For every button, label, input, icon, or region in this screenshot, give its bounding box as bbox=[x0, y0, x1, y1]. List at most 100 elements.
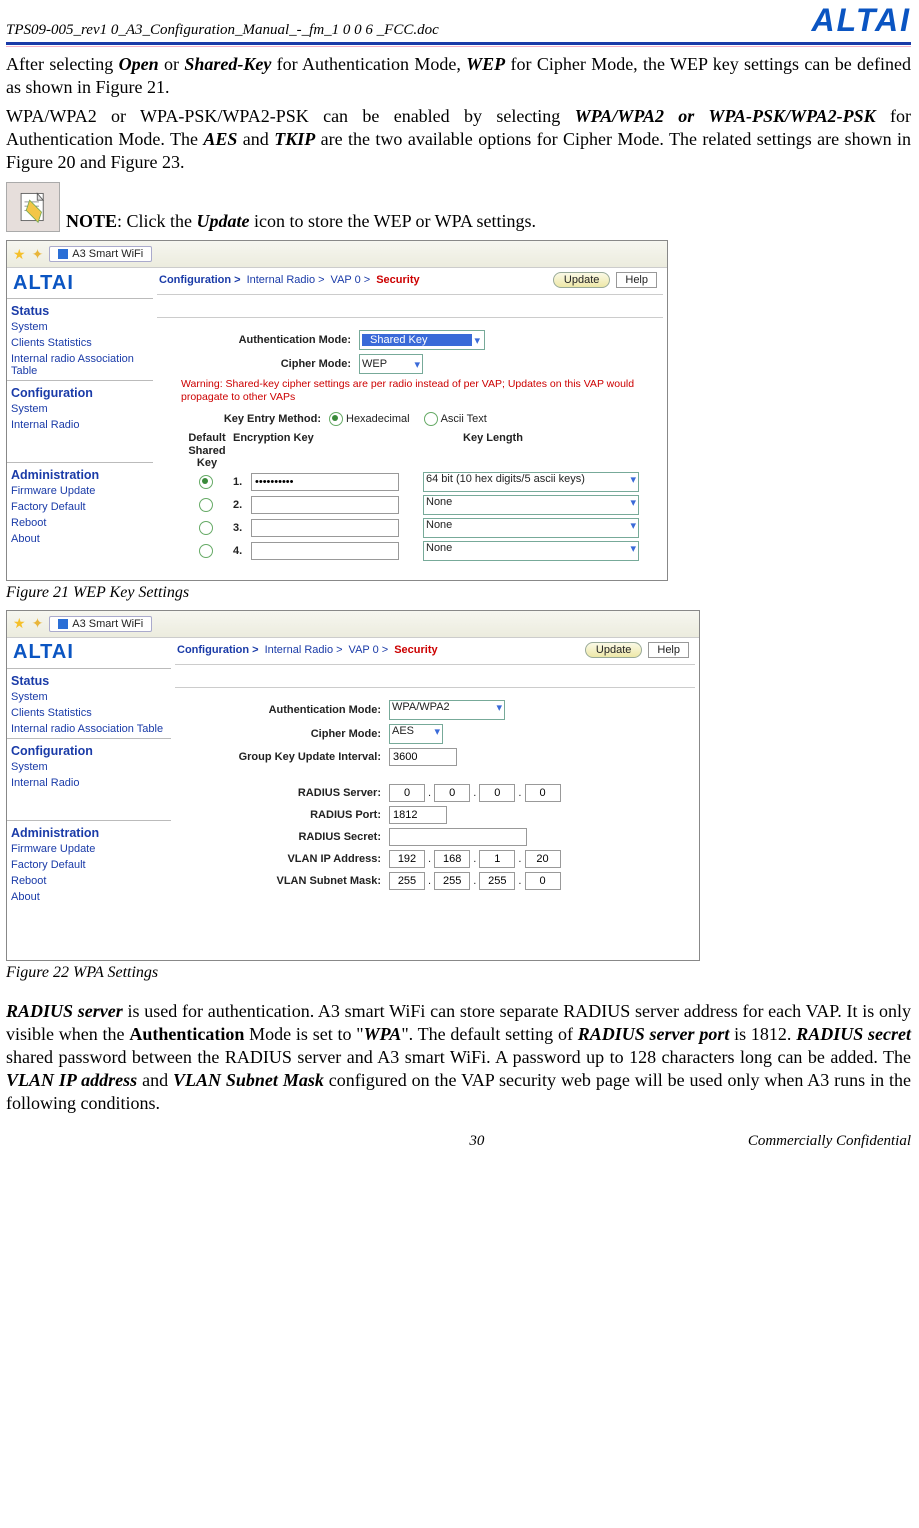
wep-key-row: 4.None▾ bbox=[181, 541, 639, 561]
breadcrumb-config[interactable]: Configuration > bbox=[177, 644, 259, 656]
vlan-mask-1[interactable] bbox=[389, 872, 425, 890]
chevron-down-icon: ▾ bbox=[434, 725, 440, 743]
browser-tab[interactable]: A3 Smart WiFi bbox=[49, 616, 152, 632]
sidebar-admin-title: Administration bbox=[7, 820, 171, 842]
auth-mode-select[interactable]: WPA/WPA2▾ bbox=[389, 700, 505, 720]
screenshot-wep: ★ ✦ A3 Smart WiFi ALTAI Status System Cl… bbox=[6, 240, 668, 581]
radius-ip-2[interactable] bbox=[434, 784, 470, 802]
radius-port-label: RADIUS Port: bbox=[211, 809, 389, 821]
sidebar-item-config-system[interactable]: System bbox=[7, 402, 153, 418]
help-button[interactable]: Help bbox=[648, 642, 689, 658]
key-length-select[interactable]: None▾ bbox=[423, 541, 639, 561]
paragraph-3: RADIUS server is used for authentication… bbox=[6, 1000, 911, 1115]
update-button[interactable]: Update bbox=[553, 272, 610, 288]
sidebar-status-title: Status bbox=[7, 298, 153, 320]
sidebar-config-title: Configuration bbox=[7, 738, 171, 760]
note-label: NOTE bbox=[66, 211, 117, 231]
sidebar-item-internal-radio[interactable]: Internal Radio bbox=[7, 418, 153, 434]
default-key-radio[interactable] bbox=[199, 544, 213, 558]
sidebar-item-firmware[interactable]: Firmware Update bbox=[7, 842, 171, 858]
header-rule bbox=[6, 42, 911, 45]
document-filename: TPS09-005_rev1 0_A3_Configuration_Manual… bbox=[6, 22, 439, 39]
sidebar-item-reboot[interactable]: Reboot bbox=[7, 516, 153, 532]
radius-secret-input[interactable] bbox=[389, 828, 527, 846]
vlan-mask-3[interactable] bbox=[479, 872, 515, 890]
paragraph-2: WPA/WPA2 or WPA-PSK/WPA2-PSK can be enab… bbox=[6, 105, 911, 174]
vlan-ip-3[interactable] bbox=[479, 850, 515, 868]
default-key-radio[interactable] bbox=[199, 498, 213, 512]
chevron-down-icon: ▾ bbox=[630, 473, 636, 491]
auth-mode-select[interactable]: Shared Key▾ bbox=[359, 330, 485, 350]
auth-mode-label: Authentication Mode: bbox=[181, 334, 359, 346]
radius-ip-4[interactable] bbox=[525, 784, 561, 802]
breadcrumb-radio[interactable]: Internal Radio > bbox=[247, 274, 325, 286]
sidebar-item-system[interactable]: System bbox=[7, 690, 171, 706]
breadcrumb-radio[interactable]: Internal Radio > bbox=[265, 644, 343, 656]
vlan-ip-1[interactable] bbox=[389, 850, 425, 868]
sidebar-item-clients[interactable]: Clients Statistics bbox=[7, 336, 153, 352]
radius-port-input[interactable] bbox=[389, 806, 447, 824]
sidebar-item-clients[interactable]: Clients Statistics bbox=[7, 706, 171, 722]
encryption-key-input[interactable] bbox=[251, 473, 399, 491]
update-button[interactable]: Update bbox=[585, 642, 642, 658]
vlan-ip-2[interactable] bbox=[434, 850, 470, 868]
radius-ip-3[interactable] bbox=[479, 784, 515, 802]
gku-label: Group Key Update Interval: bbox=[211, 751, 389, 763]
sidebar-item-config-system[interactable]: System bbox=[7, 760, 171, 776]
sidebar-item-internal-radio[interactable]: Internal Radio bbox=[7, 776, 171, 792]
key-row-number: 3. bbox=[233, 522, 251, 534]
vlan-mask-2[interactable] bbox=[434, 872, 470, 890]
sidebar-item-firmware[interactable]: Firmware Update bbox=[7, 484, 153, 500]
altai-logo: ALTAI bbox=[812, 2, 911, 39]
key-length-select[interactable]: None▾ bbox=[423, 495, 639, 515]
encryption-key-input[interactable] bbox=[251, 519, 399, 537]
sidebar-item-system[interactable]: System bbox=[7, 320, 153, 336]
note-icon bbox=[6, 182, 60, 232]
add-favorite-icon[interactable]: ✦ bbox=[32, 246, 44, 263]
default-key-radio[interactable] bbox=[199, 521, 213, 535]
col-key-length: Key Length bbox=[383, 432, 603, 468]
key-length-select[interactable]: None▾ bbox=[423, 518, 639, 538]
wep-key-row: 1. 64 bit (10 hex digits/5 ascii keys)▾ bbox=[181, 472, 639, 492]
favorite-icon[interactable]: ★ bbox=[13, 246, 26, 263]
breadcrumb-vap[interactable]: VAP 0 > bbox=[349, 644, 389, 656]
breadcrumb-vap[interactable]: VAP 0 > bbox=[331, 274, 371, 286]
sidebar-item-assoc-table[interactable]: Internal radio Association Table bbox=[7, 352, 153, 380]
help-button[interactable]: Help bbox=[616, 272, 657, 288]
sidebar-item-reboot[interactable]: Reboot bbox=[7, 874, 171, 890]
page-number: 30 bbox=[206, 1133, 748, 1150]
chevron-down-icon: ▾ bbox=[414, 358, 420, 371]
key-row-number: 1. bbox=[233, 476, 251, 488]
sidebar-status-title: Status bbox=[7, 668, 171, 690]
encryption-key-input[interactable] bbox=[251, 496, 399, 514]
vlan-ip-4[interactable] bbox=[525, 850, 561, 868]
hex-radio[interactable] bbox=[329, 412, 343, 426]
encryption-key-input[interactable] bbox=[251, 542, 399, 560]
sidebar-item-factory[interactable]: Factory Default bbox=[7, 858, 171, 874]
add-favorite-icon[interactable]: ✦ bbox=[32, 615, 44, 632]
breadcrumb-config[interactable]: Configuration > bbox=[159, 274, 241, 286]
wep-key-row: 3. None▾ bbox=[181, 518, 639, 538]
vlan-mask-label: VLAN Subnet Mask: bbox=[211, 875, 389, 887]
sidebar-item-assoc-table[interactable]: Internal radio Association Table bbox=[7, 722, 171, 738]
key-length-select[interactable]: 64 bit (10 hex digits/5 ascii keys)▾ bbox=[423, 472, 639, 492]
ascii-radio[interactable] bbox=[424, 412, 438, 426]
cipher-mode-select[interactable]: WEP▾ bbox=[359, 354, 423, 374]
sidebar-logo: ALTAI bbox=[13, 641, 74, 664]
cipher-mode-label: Cipher Mode: bbox=[181, 358, 359, 370]
favorite-icon[interactable]: ★ bbox=[13, 615, 26, 632]
default-key-radio[interactable] bbox=[199, 475, 213, 489]
cipher-mode-select[interactable]: AES▾ bbox=[389, 724, 443, 744]
sidebar-item-factory[interactable]: Factory Default bbox=[7, 500, 153, 516]
browser-tab[interactable]: A3 Smart WiFi bbox=[49, 246, 152, 262]
screenshot-wpa: ★ ✦ A3 Smart WiFi ALTAI Status System Cl… bbox=[6, 610, 700, 961]
chevron-down-icon: ▾ bbox=[496, 701, 502, 719]
vlan-ip-label: VLAN IP Address: bbox=[211, 853, 389, 865]
sidebar-item-about[interactable]: About bbox=[7, 532, 153, 548]
radius-ip-1[interactable] bbox=[389, 784, 425, 802]
cipher-mode-label: Cipher Mode: bbox=[211, 728, 389, 740]
breadcrumb-security: Security bbox=[394, 644, 437, 656]
sidebar-item-about[interactable]: About bbox=[7, 890, 171, 906]
gku-input[interactable] bbox=[389, 748, 457, 766]
vlan-mask-4[interactable] bbox=[525, 872, 561, 890]
